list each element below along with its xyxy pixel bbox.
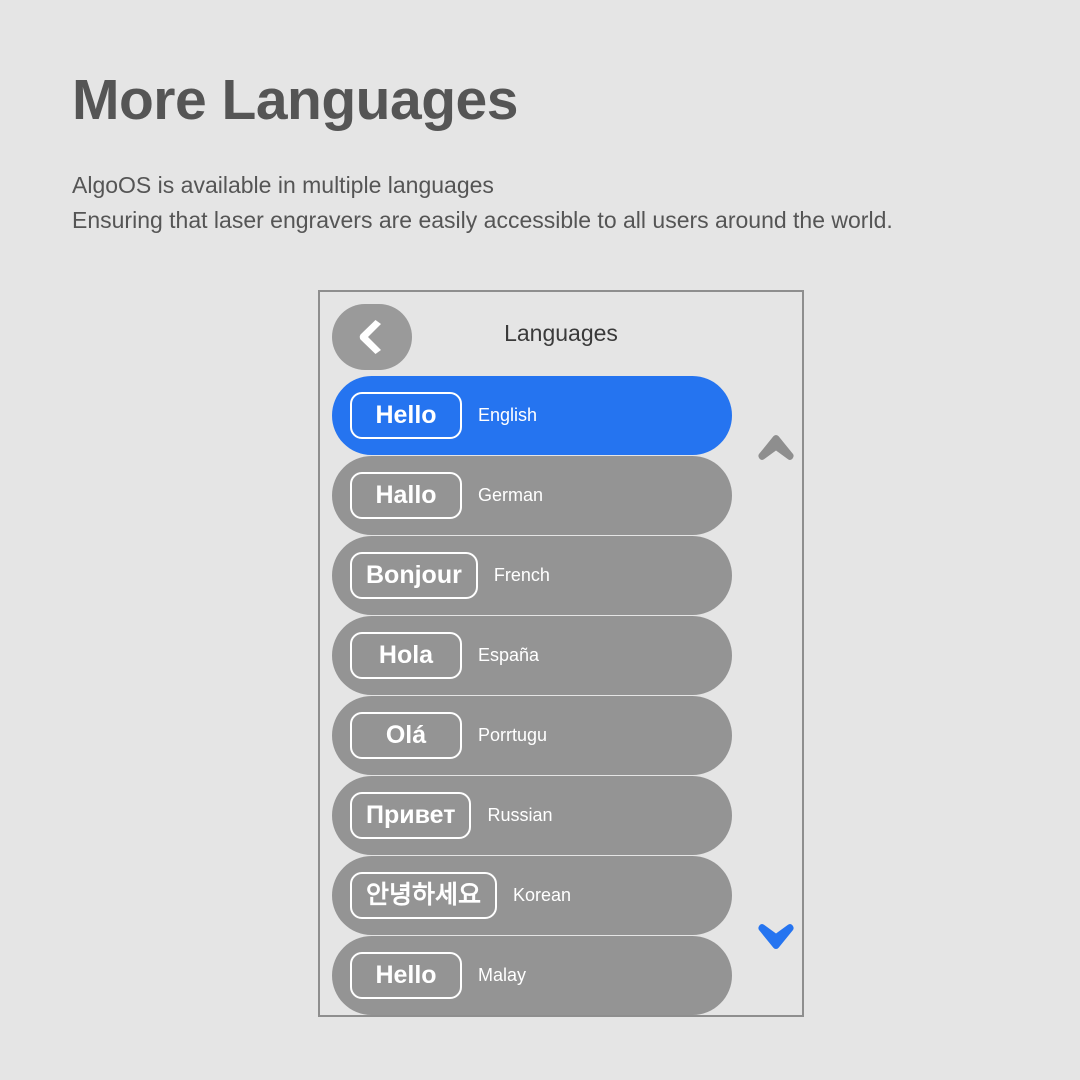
page-subtitle: AlgoOS is available in multiple language… — [72, 168, 1052, 239]
language-row[interactable]: Привет Russian — [332, 776, 732, 855]
language-name: German — [478, 485, 543, 506]
greeting-box: Hallo — [350, 472, 462, 519]
greeting-box: Olá — [350, 712, 462, 759]
language-name: French — [494, 565, 550, 586]
panel-title: Languages — [320, 320, 802, 347]
scroll-down-button[interactable] — [757, 916, 795, 952]
chevron-down-icon — [757, 916, 795, 952]
language-row[interactable]: Hello Malay — [332, 936, 732, 1015]
language-row[interactable]: Hello English — [332, 376, 732, 455]
language-name: Russian — [487, 805, 552, 826]
greeting-box: Hello — [350, 952, 462, 999]
chevron-up-icon — [757, 432, 795, 468]
greeting-box: Hello — [350, 392, 462, 439]
language-name: España — [478, 645, 539, 666]
language-row[interactable]: Bonjour French — [332, 536, 732, 615]
greeting-box: 안녕하세요 — [350, 872, 497, 919]
language-row[interactable]: Olá Porrtugu — [332, 696, 732, 775]
greeting-text: Bonjour — [366, 563, 462, 588]
language-list: Hello English Hallo German Bonjour French Hola… — [332, 376, 732, 1016]
page-title: More Languages — [72, 68, 1052, 134]
greeting-text: 안녕하세요 — [366, 883, 481, 908]
greeting-text: Hello — [375, 963, 436, 988]
subtitle-line-2: Ensuring that laser engravers are easily… — [72, 203, 1052, 239]
language-name: Korean — [513, 885, 571, 906]
greeting-text: Hallo — [375, 483, 436, 508]
language-row[interactable]: Hallo German — [332, 456, 732, 535]
subtitle-line-1: AlgoOS is available in multiple language… — [72, 168, 1052, 204]
language-row[interactable]: Hola España — [332, 616, 732, 695]
device-screen-panel: Languages Hello English Hallo German Bonjour… — [318, 290, 804, 1017]
scroll-up-button[interactable] — [757, 432, 795, 468]
page-header: More Languages AlgoOS is available in mu… — [72, 68, 1052, 239]
language-row[interactable]: 안녕하세요 Korean — [332, 856, 732, 935]
greeting-text: Hola — [379, 643, 433, 668]
greeting-text: Hello — [375, 403, 436, 428]
greeting-box: Bonjour — [350, 552, 478, 599]
greeting-box: Hola — [350, 632, 462, 679]
language-name: English — [478, 405, 537, 426]
greeting-text: Olá — [386, 723, 426, 748]
greeting-text: Привет — [366, 803, 455, 828]
panel-header: Languages — [320, 292, 802, 380]
language-name: Porrtugu — [478, 725, 547, 746]
greeting-box: Привет — [350, 792, 471, 839]
language-name: Malay — [478, 965, 526, 986]
